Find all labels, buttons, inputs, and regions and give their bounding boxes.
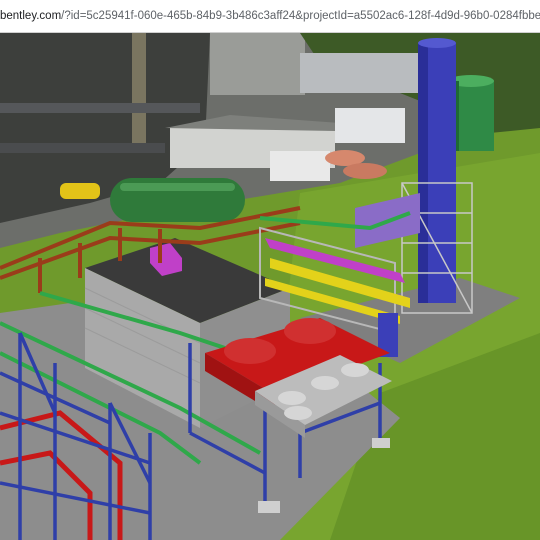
address-bar[interactable]: bentley.com/?id=5c25941f-060e-465b-84b9-… bbox=[0, 0, 540, 33]
white-building bbox=[335, 108, 405, 143]
3d-model-viewport[interactable] bbox=[0, 33, 540, 540]
background-stack bbox=[132, 33, 146, 143]
footing bbox=[372, 438, 390, 448]
warehouse-roof bbox=[300, 53, 420, 93]
background-building bbox=[210, 33, 305, 95]
footing bbox=[258, 501, 280, 513]
url-host: bentley.com bbox=[0, 10, 62, 22]
url-text[interactable]: bentley.com/?id=5c25941f-060e-465b-84b9-… bbox=[0, 9, 540, 23]
url-path: /?id=5c25941f-060e-465b-84b9-3b486c3aff2… bbox=[61, 10, 540, 22]
horizontal-vessel[interactable] bbox=[110, 178, 245, 222]
small-building bbox=[270, 151, 330, 181]
